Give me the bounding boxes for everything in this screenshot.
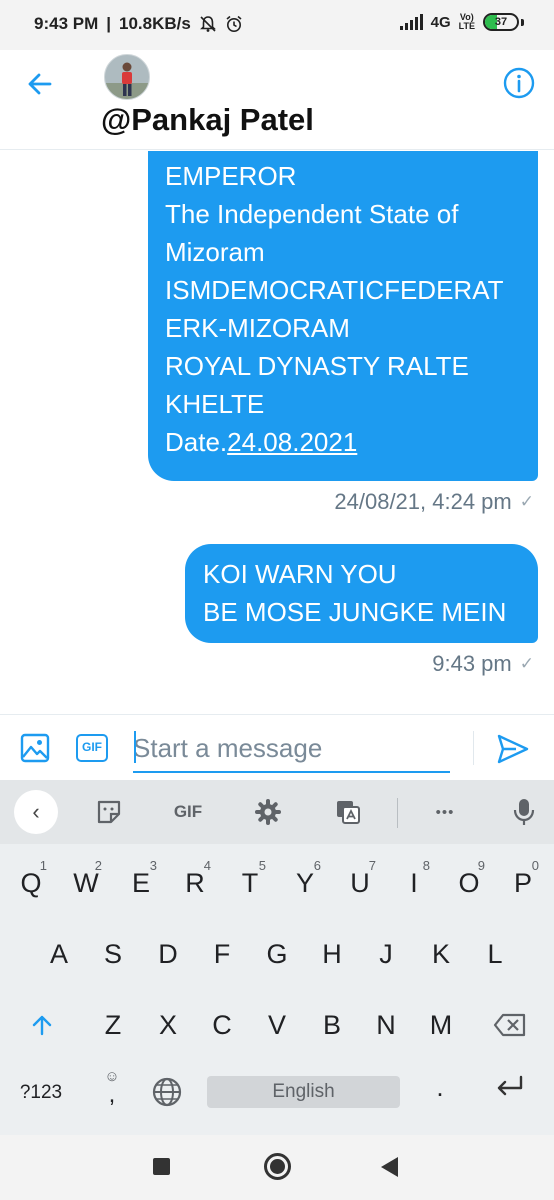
key-x[interactable]: X <box>140 997 196 1053</box>
message-timestamp: 24/08/21, 4:24 pm <box>334 489 512 514</box>
alarm-icon <box>226 15 242 32</box>
sticker-icon[interactable] <box>92 796 126 828</box>
key-g[interactable]: G <box>249 926 305 982</box>
soft-keyboard: ‹ GIF ••• Q1 W2 E3 R4 T5 Y6 U7 I8 O9 P0 … <box>0 780 554 1135</box>
symbols-key[interactable]: ?123 <box>18 1082 64 1104</box>
recents-square-icon[interactable] <box>153 1158 170 1175</box>
key-e[interactable]: E3 <box>113 855 169 911</box>
message-timestamp: 9:43 pm <box>432 651 512 676</box>
status-left: 9:43 PM | 10.8KB/s <box>34 14 243 34</box>
date-link[interactable]: 24.08.2021 <box>227 427 357 457</box>
battery-icon: 37 <box>483 13 519 31</box>
microphone-icon[interactable] <box>510 796 538 828</box>
key-l[interactable]: L <box>467 926 523 982</box>
system-nav-bar <box>0 1135 554 1200</box>
key-z[interactable]: Z <box>85 997 141 1053</box>
key-p[interactable]: P0 <box>495 855 551 911</box>
key-q[interactable]: Q1 <box>3 855 59 911</box>
message-line: EMPEROR <box>165 161 297 191</box>
keyboard-toolbar: ‹ GIF ••• <box>0 780 554 844</box>
translate-icon[interactable] <box>332 796 364 828</box>
message-meta: 9:43 pm ✓ <box>432 651 534 677</box>
battery-level: 37 <box>494 16 508 28</box>
message-line: ERK-MIZORAM <box>165 313 350 343</box>
key-y[interactable]: Y6 <box>277 855 333 911</box>
chevron-left-icon[interactable]: ‹ <box>14 790 58 834</box>
emoji-comma-key[interactable]: ☺ , <box>98 1068 126 1107</box>
conversation-header: @Pankaj Patel <box>0 50 554 150</box>
signal-icon <box>399 14 423 30</box>
period-key[interactable]: . <box>428 1072 452 1103</box>
key-c[interactable]: C <box>194 997 250 1053</box>
message-composer: GIF <box>0 714 554 780</box>
network-type: 4G <box>430 13 451 31</box>
home-circle-icon[interactable] <box>264 1153 291 1180</box>
status-time: 9:43 PM <box>34 14 99 33</box>
key-t[interactable]: T5 <box>222 855 278 911</box>
check-icon: ✓ <box>519 654 534 673</box>
message-date-line: Date.24.08.2021 <box>165 427 358 457</box>
message-line: Mizoram <box>165 237 265 267</box>
check-icon: ✓ <box>519 492 534 511</box>
arrow-left-icon[interactable] <box>24 68 56 100</box>
text-caret <box>134 731 136 763</box>
message-bubble[interactable]: EMPEROR The Independent State of Mizoram… <box>148 151 538 481</box>
conversation-handle[interactable]: @Pankaj Patel <box>101 102 314 138</box>
key-u[interactable]: U7 <box>332 855 388 911</box>
key-s[interactable]: S <box>85 926 141 982</box>
shift-arrow-icon[interactable] <box>14 997 70 1053</box>
key-v[interactable]: V <box>249 997 305 1053</box>
key-o[interactable]: O9 <box>441 855 497 911</box>
key-r[interactable]: R4 <box>167 855 223 911</box>
gear-icon[interactable] <box>252 796 284 828</box>
message-line: ISMDEMOCRATICFEDERAT <box>165 275 504 305</box>
key-w[interactable]: W2 <box>58 855 114 911</box>
key-d[interactable]: D <box>140 926 196 982</box>
status-speed: 10.8KB/s <box>119 14 191 33</box>
message-input[interactable] <box>133 725 450 773</box>
key-j[interactable]: J <box>358 926 414 982</box>
back-triangle-icon[interactable] <box>381 1157 398 1177</box>
message-line: The Independent State of <box>165 199 459 229</box>
image-icon[interactable] <box>20 733 50 763</box>
backspace-icon[interactable] <box>482 997 538 1053</box>
mute-bell-icon <box>199 16 216 32</box>
message-meta: 24/08/21, 4:24 pm ✓ <box>334 489 534 515</box>
volte-indicator: Vo) LTE <box>458 12 475 31</box>
space-bar[interactable]: English <box>207 1076 400 1108</box>
avatar[interactable] <box>104 54 150 100</box>
key-k[interactable]: K <box>413 926 469 982</box>
send-icon[interactable] <box>496 733 530 765</box>
message-line: KOI WARN YOU <box>203 559 397 589</box>
status-bar: 9:43 PM | 10.8KB/s 4G Vo) LTE 37 <box>0 0 554 50</box>
profile-photo <box>105 55 149 99</box>
message-line: KHELTE <box>165 389 265 419</box>
info-icon[interactable] <box>502 66 536 100</box>
message-line: BE MOSE JUNGKE MEIN <box>203 597 507 627</box>
key-i[interactable]: I8 <box>386 855 442 911</box>
key-f[interactable]: F <box>194 926 250 982</box>
key-b[interactable]: B <box>304 997 360 1053</box>
gif-icon[interactable]: GIF <box>76 734 108 762</box>
key-n[interactable]: N <box>358 997 414 1053</box>
globe-icon[interactable] <box>150 1076 184 1114</box>
key-m[interactable]: M <box>413 997 469 1053</box>
enter-icon[interactable] <box>490 1074 530 1104</box>
key-a[interactable]: A <box>31 926 87 982</box>
message-list[interactable]: EMPEROR The Independent State of Mizoram… <box>0 151 554 714</box>
more-options-icon[interactable]: ••• <box>427 796 463 828</box>
message-line: ROYAL DYNASTY RALTE <box>165 351 469 381</box>
keyboard-gif-button[interactable]: GIF <box>168 796 208 828</box>
message-bubble[interactable]: KOI WARN YOU BE MOSE JUNGKE MEIN <box>185 544 538 643</box>
status-right: 4G Vo) LTE 37 <box>399 12 524 31</box>
key-h[interactable]: H <box>304 926 360 982</box>
